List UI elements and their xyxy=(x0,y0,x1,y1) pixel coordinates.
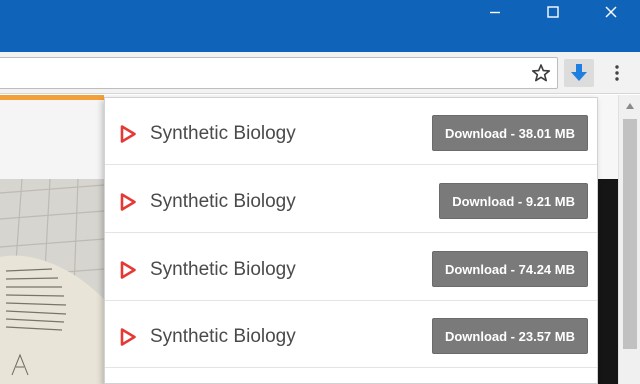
download-arrow-icon xyxy=(571,64,587,81)
download-item-title: Synthetic Biology xyxy=(150,326,296,347)
maximize-button[interactable] xyxy=(524,0,582,24)
maximize-icon xyxy=(547,6,559,18)
address-bar[interactable] xyxy=(0,57,558,89)
page-dark-panel xyxy=(598,179,618,384)
browser-menu-button[interactable] xyxy=(608,61,626,85)
play-triangle-icon xyxy=(120,261,136,279)
download-button[interactable]: Download - 38.01 MB xyxy=(431,115,588,151)
download-button[interactable]: Download - 9.21 MB xyxy=(439,183,588,219)
page-scrollbar[interactable] xyxy=(618,95,640,384)
close-button[interactable] xyxy=(582,0,640,24)
play-triangle-icon xyxy=(120,328,136,346)
download-button[interactable]: Download - 23.57 MB xyxy=(431,318,588,354)
minimize-icon xyxy=(490,11,500,14)
page-header-band xyxy=(0,100,104,180)
kebab-menu-icon xyxy=(615,65,619,81)
star-icon xyxy=(531,64,551,82)
window-titlebar xyxy=(0,0,640,52)
play-triangle-icon xyxy=(120,193,136,211)
close-icon xyxy=(605,6,617,18)
download-item-title: Synthetic Biology xyxy=(150,259,296,280)
download-item-title: Synthetic Biology xyxy=(150,123,296,144)
download-item-title: Synthetic Biology xyxy=(150,191,296,212)
browser-toolbar xyxy=(0,52,640,94)
download-item: Synthetic Biology Download - 9.21 MB xyxy=(105,166,597,233)
downloads-button[interactable] xyxy=(564,59,594,87)
chevron-up-icon xyxy=(626,103,634,109)
downloads-popup: Synthetic Biology Download - 38.01 MB Sy… xyxy=(104,97,598,384)
scroll-thumb[interactable] xyxy=(623,119,637,349)
download-item: Synthetic Biology Download - 23.57 MB xyxy=(105,301,597,368)
bookmark-star-button[interactable] xyxy=(529,62,553,84)
download-button[interactable]: Download - 74.24 MB xyxy=(431,251,588,287)
book-photo xyxy=(0,179,104,384)
download-item: Synthetic Biology Download - 74.24 MB xyxy=(105,234,597,301)
download-item: Synthetic Biology Download - 38.01 MB xyxy=(105,98,597,165)
play-triangle-icon xyxy=(120,125,136,143)
scroll-up-button[interactable] xyxy=(619,99,640,113)
minimize-button[interactable] xyxy=(466,0,524,24)
